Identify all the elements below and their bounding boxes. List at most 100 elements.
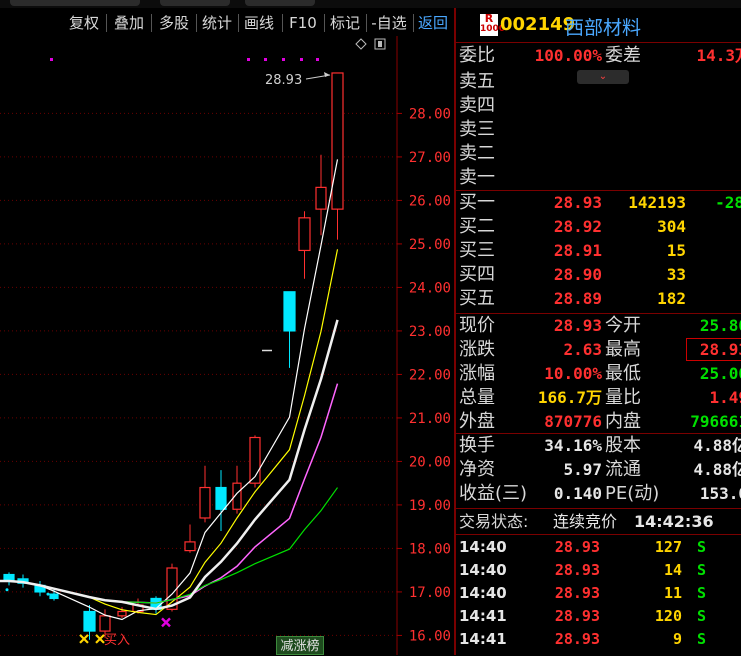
stat-value: 4.88亿 <box>693 436 741 455</box>
buy-label: 买一 <box>459 192 495 213</box>
tick-price: 28.93 <box>554 630 600 648</box>
toolbar-mark-button[interactable]: 标记 <box>325 10 365 36</box>
sell-label: 卖三 <box>459 119 495 140</box>
tick-time: 14:40 <box>459 538 507 556</box>
tick-price: 28.93 <box>554 538 600 556</box>
y-tick-label: 20.00 <box>409 454 451 470</box>
toolbar-self-select-button[interactable]: -自选 <box>367 10 411 36</box>
top-window-strip <box>0 0 741 8</box>
buy-label: 买四 <box>459 264 495 285</box>
stat-value: 2.63 <box>563 340 602 359</box>
tick-row[interactable]: 14:41 28.93 9 S <box>456 628 741 651</box>
stat-value: 10.00% <box>544 364 602 383</box>
toolbar-f10-button[interactable]: F10 <box>283 10 323 36</box>
stat-row: 涨幅 10.00% 最低 25.00 <box>456 362 741 385</box>
y-tick-label: 18.00 <box>409 541 451 557</box>
tick-row[interactable]: 14:40 28.93 11 S <box>456 582 741 605</box>
stock-code: 002149 <box>500 14 576 35</box>
signal-dot <box>264 58 267 61</box>
candle-body <box>283 291 296 332</box>
stat-label: 涨幅 <box>459 363 495 384</box>
candle-body <box>298 217 311 252</box>
tick-side: S <box>696 538 706 556</box>
stat-label: 总量 <box>459 387 495 408</box>
fundamental-row: 净资 5.97 流通 4.88亿 <box>456 458 741 481</box>
tick-volume: 9 <box>672 630 682 648</box>
stat-value: 796661 <box>690 412 741 431</box>
buy-volume: 304 <box>657 217 686 236</box>
stat-value: 870776 <box>544 412 602 431</box>
trade-status-row: 交易状态: 连续竞价 14:42:36 <box>459 512 714 531</box>
toolbar-statistics-button[interactable]: 统计 <box>197 10 237 36</box>
signal-dot <box>316 58 319 61</box>
sell-row[interactable]: 卖一 <box>456 166 741 189</box>
tick-row[interactable]: 14:41 28.93 120 S <box>456 605 741 628</box>
stat-label: 换手 <box>459 435 495 456</box>
rank-button[interactable]: 减涨榜 <box>276 636 324 655</box>
y-tick-label: 27.00 <box>409 150 451 166</box>
stat-value: 0.140 <box>553 484 602 503</box>
kline-chart[interactable]: 28.00 27.00 26.00 25.00 24.00 23.00 22.00 21.00… <box>0 36 455 655</box>
tick-time: 14:40 <box>459 584 507 602</box>
tick-volume: 127 <box>654 538 682 556</box>
buy-price: 28.91 <box>553 241 602 260</box>
y-tick-label: 21.00 <box>409 411 451 427</box>
tick-price: 28.93 <box>554 607 600 625</box>
buy-row[interactable]: 买一 28.93 142193 -28 <box>456 191 741 214</box>
margin-badge: R 1000 <box>480 12 506 36</box>
buy-volume: 15 <box>666 241 686 260</box>
y-tick-label: 16.00 <box>409 628 451 644</box>
stat-value: 28.93 <box>553 316 602 335</box>
buy-label: 买五 <box>459 288 495 309</box>
tick-volume: 11 <box>663 584 682 602</box>
signal-dot <box>50 58 53 61</box>
sell-row[interactable]: 卖二 <box>456 142 741 165</box>
candle-body <box>117 610 127 617</box>
stat-value: 25.00 <box>699 364 741 383</box>
stock-name[interactable]: 西部材料 <box>565 13 641 40</box>
tick-time: 14:41 <box>459 630 507 648</box>
candle-body <box>199 486 211 519</box>
sell-row[interactable]: 卖三 <box>456 118 741 141</box>
divider <box>456 42 741 43</box>
toolbar-back-button[interactable]: 返回 <box>414 10 452 36</box>
sell-row[interactable]: 卖四 <box>456 94 741 117</box>
buy-row[interactable]: 买二 28.92 304 <box>456 215 741 238</box>
stat-label: 净资 <box>459 459 495 480</box>
stat-label: PE(动) <box>605 483 660 504</box>
stat-label: 流通 <box>605 459 641 480</box>
y-tick-label: 19.00 <box>409 498 451 514</box>
tick-side: S <box>696 584 706 602</box>
stat-value: 28.93 <box>686 338 741 361</box>
stat-value: 25.80 <box>699 316 741 335</box>
buy-price: 28.93 <box>553 193 602 212</box>
candle-body <box>83 610 96 632</box>
stat-value: 5.97 <box>563 460 602 479</box>
buy-price: 28.90 <box>553 265 602 284</box>
sell-row[interactable]: 卖五 <box>456 70 741 93</box>
toolbar-fuquan-button[interactable]: 复权 <box>62 10 106 36</box>
sell-label: 卖五 <box>459 71 495 92</box>
buy-row[interactable]: 买五 28.89 182 <box>456 287 741 310</box>
tick-row[interactable]: 14:40 28.93 127 S <box>456 536 741 559</box>
buy-row[interactable]: 买三 28.91 15 <box>456 239 741 262</box>
stock-header: R 1000 002149 西部材料 <box>456 8 741 42</box>
toolbar-multi-stock-button[interactable]: 多股 <box>152 10 196 36</box>
tick-row[interactable]: 14:40 28.93 14 S <box>456 559 741 582</box>
weibi-row: 委比 100.00% 委差 14.3万 <box>459 45 741 66</box>
fundamental-row: 收益(三) 0.140 PE(动) 153.0 <box>456 482 741 505</box>
candle-body <box>215 486 227 510</box>
buy-label: 买二 <box>459 216 495 237</box>
y-tick-label: 22.00 <box>409 367 451 383</box>
signal-dot <box>282 58 285 61</box>
toolbar-draw-line-button[interactable]: 画线 <box>239 10 279 36</box>
buy-x-marker <box>79 634 89 644</box>
stat-label: 最低 <box>605 363 641 384</box>
stat-label: 现价 <box>459 315 495 336</box>
sell-label: 卖二 <box>459 143 495 164</box>
candle-body <box>331 72 344 210</box>
toolbar-overlay-button[interactable]: 叠加 <box>107 10 151 36</box>
window-toggle-icon-inner <box>378 41 382 47</box>
stat-value: 1.49 <box>709 388 741 407</box>
buy-row[interactable]: 买四 28.90 33 <box>456 263 741 286</box>
